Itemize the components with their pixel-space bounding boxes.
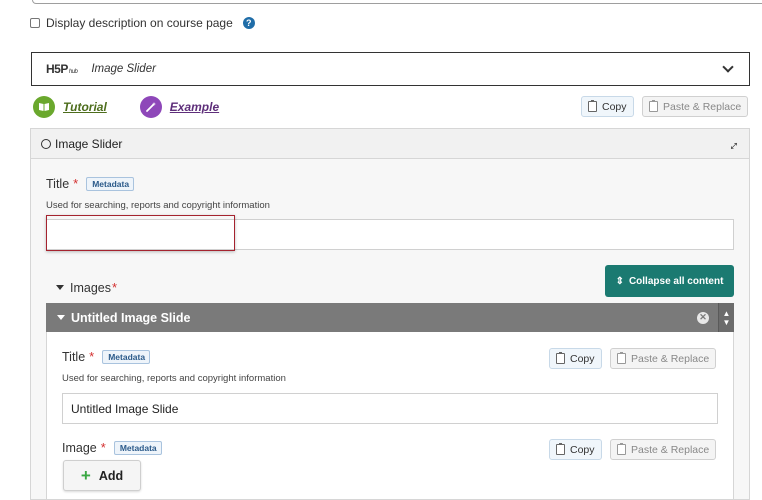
paste-replace-button[interactable]: Paste & Replace — [610, 439, 717, 460]
remove-icon[interactable]: ✕ — [697, 311, 709, 324]
title-field-description: Used for searching, reports and copyrigh… — [46, 200, 270, 211]
metadata-button[interactable]: Metadata — [102, 349, 151, 364]
image-slide-title: Untitled Image Slide — [71, 310, 191, 325]
collapse-all-button[interactable]: ⇕ Collapse all content — [605, 265, 734, 297]
images-section-toggle[interactable]: Images * — [56, 280, 117, 295]
focus-highlight — [46, 215, 235, 251]
library-icon — [41, 138, 51, 149]
image-field-label: Image * Metadata — [62, 440, 162, 455]
display-description-row: Display description on course page ? — [30, 16, 255, 30]
magic-wand-icon — [139, 96, 162, 118]
paste-replace-button[interactable]: Paste & Replace — [642, 96, 749, 117]
chevron-down-icon[interactable] — [722, 61, 734, 73]
copy-label: Copy — [602, 100, 627, 113]
metadata-button[interactable]: Metadata — [113, 440, 162, 455]
collapse-icon: ⇕ — [615, 275, 624, 287]
images-label: Images — [70, 280, 111, 295]
title-field-label: Title * Metadata — [46, 176, 135, 191]
copy-label: Copy — [570, 443, 595, 456]
caret-down-icon — [57, 315, 65, 320]
add-image-button[interactable]: + Add — [63, 460, 141, 491]
move-down-icon[interactable]: ▼ — [723, 318, 731, 327]
slide-title-field-label: Title * Metadata — [62, 349, 151, 364]
h5p-hub-logo: H5P hub — [46, 62, 78, 76]
clipboard-icon — [617, 352, 626, 364]
paste-label: Paste & Replace — [663, 100, 742, 113]
fullscreen-icon[interactable]: ↔ — [721, 133, 742, 154]
editor-panel-title: Image Slider — [55, 136, 123, 151]
top-section-frame — [32, 0, 762, 4]
h5p-logo-text: H5P — [46, 62, 68, 76]
required-marker: * — [73, 176, 79, 191]
title-label: Title — [46, 176, 70, 191]
clipboard-icon — [556, 443, 565, 455]
add-label: Add — [98, 468, 124, 483]
hub-content-type: Image Slider — [91, 63, 156, 75]
display-description-label: Display description on course page — [46, 16, 233, 30]
clipboard-icon — [556, 352, 565, 364]
caret-down-icon — [56, 285, 64, 290]
display-description-checkbox[interactable] — [30, 18, 40, 28]
example-link[interactable]: Example — [170, 100, 219, 114]
slide-title-input[interactable]: Untitled Image Slide — [62, 393, 718, 424]
reorder-arrows[interactable]: ▲ ▼ — [718, 303, 734, 332]
documentation-links: Tutorial Example — [33, 96, 219, 118]
paste-label: Paste & Replace — [631, 443, 710, 456]
slide-title-description: Used for searching, reports and copyrigh… — [62, 373, 286, 384]
plus-icon: + — [80, 466, 91, 485]
copy-button[interactable]: Copy — [549, 439, 602, 460]
paste-replace-button[interactable]: Paste & Replace — [610, 348, 717, 369]
required-marker: * — [89, 349, 95, 364]
image-label: Image — [62, 440, 97, 455]
help-icon[interactable]: ? — [242, 17, 255, 29]
required-marker: * — [100, 440, 106, 455]
clipboard-icon — [588, 100, 597, 112]
h5p-logo-sub: hub — [68, 69, 78, 75]
copy-button[interactable]: Copy — [549, 348, 602, 369]
required-marker: * — [112, 280, 118, 295]
editor-panel-header: Image Slider ↔ — [31, 129, 749, 159]
collapse-all-label: Collapse all content — [628, 275, 724, 287]
metadata-button[interactable]: Metadata — [86, 176, 135, 191]
image-slide-header[interactable]: Untitled Image Slide ✕ ▲ ▼ — [46, 303, 734, 332]
book-icon — [33, 96, 55, 118]
tutorial-link[interactable]: Tutorial — [63, 100, 107, 114]
h5p-hub-selector[interactable]: H5P hub Image Slider — [31, 52, 750, 86]
slide-title-label: Title — [62, 349, 86, 364]
move-up-icon[interactable]: ▲ — [723, 309, 731, 318]
copy-button[interactable]: Copy — [581, 96, 634, 117]
paste-label: Paste & Replace — [631, 352, 710, 365]
clipboard-icon — [617, 443, 626, 455]
copy-label: Copy — [570, 352, 595, 365]
clipboard-icon — [649, 100, 658, 112]
